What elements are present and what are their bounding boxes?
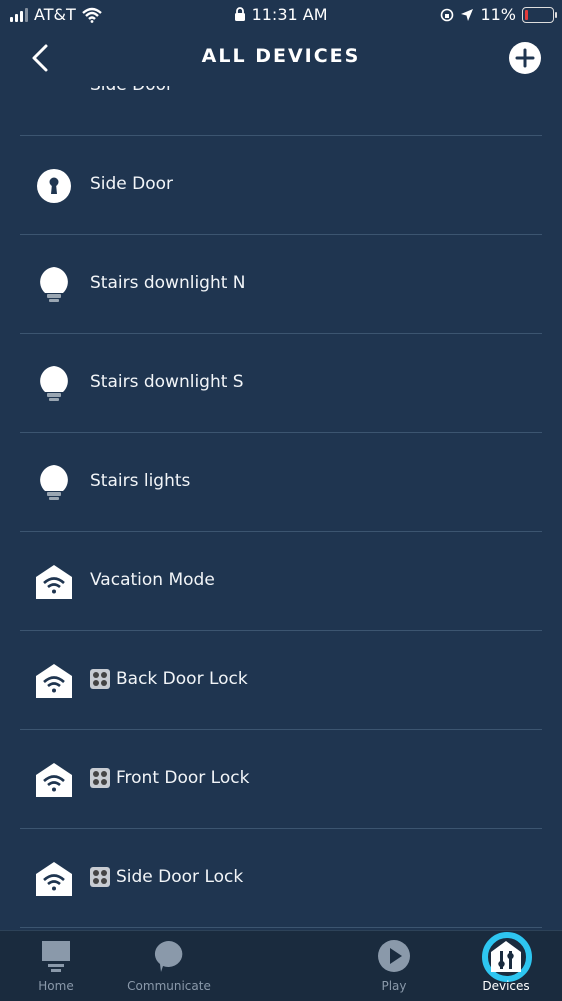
device-label: Side Door Lock	[90, 867, 243, 887]
tab-home[interactable]: Home	[1, 939, 111, 999]
device-label: Stairs lights	[90, 471, 191, 491]
tab-play[interactable]: Play	[339, 939, 449, 999]
keyhole-lock-icon	[37, 169, 71, 203]
device-row[interactable]: Side Door Lock	[20, 829, 542, 928]
tab-communicate[interactable]: Communicate	[114, 939, 224, 999]
device-row[interactable]: Vacation Mode	[20, 532, 542, 631]
device-row[interactable]: Side Door	[20, 136, 542, 235]
clock: 11:31 AM	[251, 5, 328, 24]
device-label: Side Door	[90, 86, 173, 95]
smart-home-icon	[36, 565, 72, 599]
play-icon	[378, 940, 410, 972]
bulb-icon	[40, 267, 68, 302]
smart-home-icon	[36, 664, 72, 698]
camera-icon	[36, 86, 72, 98]
smart-home-icon	[36, 763, 72, 797]
page-title: ALL DEVICES	[201, 45, 361, 67]
device-row[interactable]: Stairs lights	[20, 433, 542, 532]
device-row[interactable]: Stairs downlight S	[20, 334, 542, 433]
nav-header: ALL DEVICES	[0, 30, 562, 86]
rotation-lock-icon	[441, 8, 454, 21]
battery-percent: 11%	[480, 5, 516, 24]
device-label: Stairs downlight N	[90, 273, 246, 293]
device-list: Side Door Side Door Stairs downlight N S…	[0, 86, 562, 930]
device-label: Back Door Lock	[90, 669, 248, 689]
battery-icon	[522, 6, 557, 23]
device-row[interactable]: Front Door Lock	[20, 730, 542, 829]
status-bar: AT&T 11:31 AM 11%	[0, 0, 562, 30]
tab-devices[interactable]: Devices	[451, 939, 561, 999]
device-label: Side Door	[90, 174, 174, 194]
tab-alexa[interactable]	[226, 932, 532, 999]
lock-icon	[235, 7, 246, 21]
device-label: Vacation Mode	[90, 570, 215, 590]
home-icon	[42, 941, 70, 972]
sensor-badge-icon	[90, 768, 110, 788]
add-device-button[interactable]	[508, 41, 542, 75]
sensor-badge-icon	[90, 867, 110, 887]
device-label: Stairs downlight S	[90, 372, 244, 392]
smart-home-icon	[36, 862, 72, 896]
chat-bubble-icon	[154, 940, 183, 972]
bulb-icon	[40, 465, 68, 500]
tab-bar: Home Communicate Play Devices	[0, 930, 562, 1001]
location-arrow-icon	[461, 8, 474, 21]
sensor-badge-icon	[90, 669, 110, 689]
device-row[interactable]: Stairs downlight N	[20, 235, 542, 334]
device-row[interactable]: Side Door	[20, 86, 542, 136]
devices-icon	[491, 941, 521, 972]
bulb-icon	[40, 366, 68, 401]
device-row[interactable]: Back Door Lock	[20, 631, 542, 730]
device-label: Front Door Lock	[90, 768, 249, 788]
